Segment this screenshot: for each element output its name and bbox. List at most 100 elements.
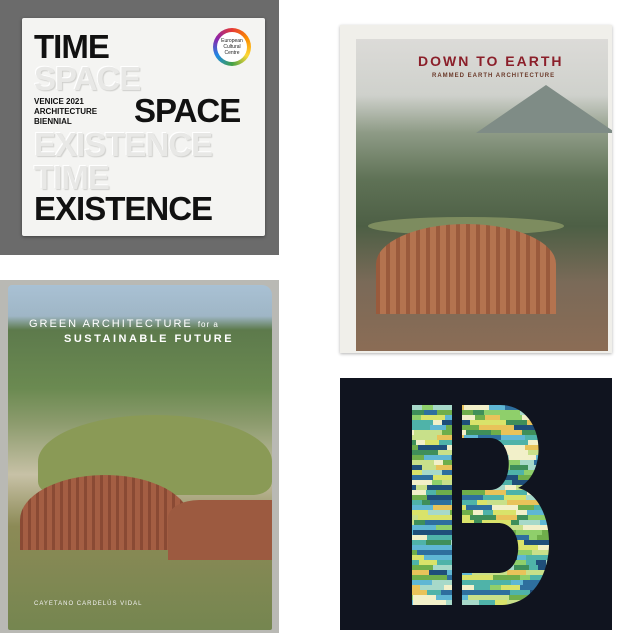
b-stripe-segment: [412, 580, 432, 585]
b-stripe-segment: [430, 425, 446, 430]
b-stripe-segment: [427, 495, 459, 500]
b-stripe-segment: [507, 570, 526, 575]
b-stripe-segment: [540, 520, 548, 525]
b-stripe-segment: [506, 490, 527, 495]
b-stripe-segment: [412, 575, 447, 580]
b-stripe-segment: [528, 465, 550, 470]
cover-title: DOWN TO EARTH: [418, 53, 564, 69]
b-stripe-segment: [412, 465, 422, 470]
b-stripe-segment: [465, 460, 492, 465]
b-stripe-segment: [568, 520, 598, 525]
b-stripe-segment: [458, 430, 466, 435]
b-stripe-segment: [422, 405, 433, 410]
b-stripe-segment: [563, 560, 573, 565]
b-stripe-segment: [502, 535, 529, 540]
cover-photo-rammed-earth-house: [356, 39, 612, 351]
b-stripe-segment: [470, 420, 506, 425]
b-stripe-segment: [442, 480, 454, 485]
b-stripe-segment: [426, 540, 441, 545]
book-cover-time-space-existence: TIME SPACE European Cultural Centre VENI…: [22, 18, 265, 236]
b-stripe-segment: [488, 540, 524, 545]
b-stripe-segment: [412, 540, 426, 545]
b-stripe-segment: [493, 575, 520, 580]
b-stripe-segment: [562, 465, 572, 470]
b-stripe-segment: [520, 585, 545, 590]
b-stripe-segment: [505, 485, 516, 490]
b-stripe-segment: [470, 550, 502, 555]
b-stripe-segment: [558, 430, 592, 435]
b-stripe-segment: [459, 545, 496, 550]
b-stripe-segment: [454, 480, 479, 485]
european-cultural-centre-logo: European Cultural Centre: [213, 28, 251, 66]
b-stripe-segment: [496, 445, 504, 450]
b-stripe-segment: [479, 565, 514, 570]
b-stripe-segment: [479, 600, 495, 605]
b-stripe-segment: [489, 405, 505, 410]
b-stripe-segment: [477, 500, 487, 505]
b-stripe-segment: [558, 540, 587, 545]
b-stripe-segment: [452, 560, 464, 565]
b-stripe-segment: [416, 440, 425, 445]
b-stripe-segment: [525, 435, 550, 440]
b-stripe-segment: [514, 565, 529, 570]
b-stripe-segment: [478, 590, 510, 595]
b-stripe-segment: [412, 425, 430, 430]
b-stripe-segment: [466, 530, 485, 535]
cover-word-existence-embossed: EXISTENCE: [34, 126, 213, 163]
b-stripe-segment: [559, 505, 587, 510]
b-stripe-segment: [496, 515, 517, 520]
b-stripe-segment: [412, 450, 438, 455]
b-stripe-segment: [558, 435, 580, 440]
b-stripe-segment: [444, 585, 474, 590]
b-stripe-segment: [412, 545, 434, 550]
b-stripe-segment: [569, 420, 584, 425]
cover-word-space-embossed: SPACE: [34, 60, 141, 97]
b-stripe-segment: [427, 485, 463, 490]
b-stripe-segment: [568, 425, 585, 430]
b-stripe-segment: [556, 500, 589, 505]
b-stripe-segment: [439, 515, 470, 520]
b-stripe-segment: [412, 530, 413, 535]
b-stripe-segment: [522, 415, 548, 420]
b-stripe-segment: [412, 560, 419, 565]
b-stripe-segment: [504, 445, 525, 450]
b-stripe-segment: [520, 575, 530, 580]
b-stripe-segment: [489, 555, 517, 560]
b-stripe-segment: [428, 510, 450, 515]
b-stripe-segment: [544, 425, 550, 430]
b-stripe-segment: [568, 410, 581, 415]
b-stripe-segment: [505, 405, 532, 410]
b-stripe-segment: [530, 590, 550, 595]
b-stripe-segment: [529, 565, 538, 570]
b-stripe-segment: [400, 435, 408, 440]
b-stripe-segment: [502, 550, 532, 555]
b-stripe-segment: [561, 490, 576, 495]
b-stripe-segment: [412, 430, 414, 435]
b-stripe-segment: [412, 510, 419, 515]
b-stripe-segment: [483, 510, 493, 515]
b-stripe-segment: [413, 530, 438, 535]
b-stripe-segment: [519, 520, 540, 525]
b-stripe-segment: [412, 520, 414, 525]
b-stripe-segment: [565, 565, 578, 570]
b-stripe-segment: [474, 585, 490, 590]
b-stripe-segment: [495, 480, 512, 485]
b-stripe-segment: [438, 450, 473, 455]
b-stripe-segment: [526, 570, 550, 575]
b-stripe-segment: [534, 600, 550, 605]
b-stripe-segment: [492, 505, 518, 510]
b-stripe-segment: [532, 550, 550, 555]
b-stripe-segment: [548, 420, 550, 425]
b-stripe-segment: [412, 515, 418, 520]
b-stripe-segment: [451, 500, 477, 505]
b-stripe-segment: [473, 445, 483, 450]
b-stripe-segment: [412, 460, 434, 465]
b-stripe-segment: [552, 595, 580, 600]
b-stripe-segment: [479, 425, 514, 430]
b-stripe-segment: [412, 410, 424, 415]
b-stripe-segment: [412, 555, 424, 560]
b-stripe-segment: [412, 565, 433, 570]
b-stripe-segment: [400, 450, 411, 455]
b-stripe-segment: [470, 515, 496, 520]
b-stripe-segment: [489, 470, 524, 475]
